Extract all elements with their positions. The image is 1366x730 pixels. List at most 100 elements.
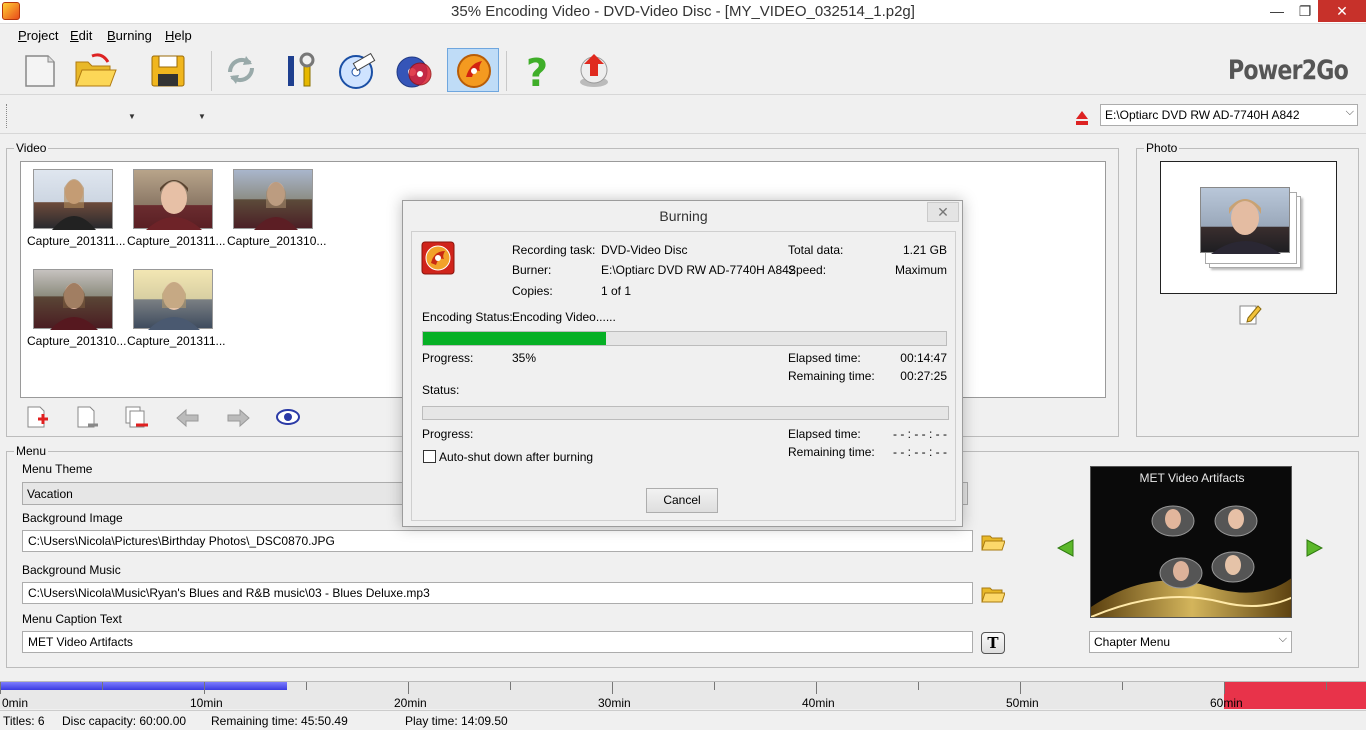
browse-image-button[interactable] <box>981 533 1006 551</box>
next-page-icon[interactable] <box>1305 539 1323 557</box>
new-document-icon <box>25 55 55 87</box>
timeline-tick <box>1020 682 1021 694</box>
timeline-label: 10min <box>190 696 223 710</box>
video-thumbnail[interactable] <box>33 269 113 330</box>
previous-page-icon[interactable] <box>1057 539 1075 557</box>
toolbar: ▼ ▼ ? <box>0 45 1366 121</box>
move-right-button[interactable] <box>224 405 252 431</box>
timeline-tick <box>918 682 919 690</box>
burn-elapsed-time-value: - - : - - : - - <box>893 427 947 441</box>
photo-preview[interactable] <box>1160 161 1337 294</box>
tools-button[interactable] <box>274 48 326 92</box>
toolbar-separator <box>506 51 507 91</box>
save-disk-icon <box>151 55 185 87</box>
disc-capacity: Disc capacity: 60:00.00 <box>62 714 187 728</box>
chapter-menu-select[interactable]: Chapter Menu ⌵ <box>1089 631 1292 653</box>
dialog-close-icon[interactable]: ✕ <box>927 202 959 222</box>
timeline-label: 50min <box>1006 696 1039 710</box>
chapter-menu-value: Chapter Menu <box>1094 635 1171 649</box>
video-thumbnail[interactable] <box>133 169 213 230</box>
encoding-progress-fill <box>423 332 607 345</box>
edit-photo-button[interactable] <box>1238 302 1262 326</box>
remove-video-button[interactable] <box>74 405 102 431</box>
total-data-label: Total data: <box>788 243 844 257</box>
burner-value: E:\Optiarc DVD RW AD-7740H A842 <box>601 263 796 277</box>
menu-theme-value: Vacation <box>27 487 73 501</box>
burn-button[interactable] <box>447 48 499 92</box>
menu-caption-label: Menu Caption Text <box>22 612 122 626</box>
remaining-time-label: Remaining time: <box>788 369 875 383</box>
menu-burning[interactable]: Burning <box>107 28 152 43</box>
dialog-title: Burning <box>659 208 708 224</box>
update-button[interactable] <box>570 48 622 92</box>
add-file-icon <box>27 406 48 428</box>
status-label: Status: <box>422 383 460 397</box>
video-thumbnail[interactable] <box>33 169 113 230</box>
background-music-field[interactable]: C:\Users\Nicola\Music\Ryan's Blues and R… <box>22 582 973 604</box>
minimize-icon[interactable]: — <box>1262 0 1292 22</box>
new-project-button[interactable] <box>14 48 66 92</box>
add-video-button[interactable] <box>24 405 52 431</box>
preview-video-button[interactable] <box>274 405 302 431</box>
timeline-label: 20min <box>394 696 427 710</box>
encoding-progress-bar <box>422 331 947 346</box>
move-left-button[interactable] <box>174 405 202 431</box>
menu-project[interactable]: Project <box>18 28 58 43</box>
help-button[interactable]: ? <box>512 48 564 95</box>
video-item-label: Capture_201311... <box>27 234 126 248</box>
save-project-button[interactable] <box>144 48 196 92</box>
close-icon[interactable]: ✕ <box>1318 0 1366 22</box>
disc-settings-icon <box>339 52 376 89</box>
text-format-button[interactable]: T <box>981 632 1005 654</box>
delete-video-button[interactable] <box>124 405 152 431</box>
window-title: 35% Encoding Video - DVD-Video Disc - [M… <box>451 3 915 20</box>
menu-theme-label: Menu Theme <box>22 462 93 476</box>
auto-shutdown-checkbox[interactable] <box>423 450 436 463</box>
progress-label: Progress: <box>422 351 474 365</box>
open-folder-icon <box>75 53 117 87</box>
eject-icon[interactable] <box>1075 110 1089 126</box>
encoding-status-value: Encoding Video...... <box>512 310 616 324</box>
eye-icon <box>276 409 300 425</box>
video-item-label: Capture_201310... <box>227 234 327 248</box>
video-thumbnail[interactable] <box>233 169 313 230</box>
burn-progress-label: Progress: <box>422 427 474 441</box>
edit-pencil-icon <box>1239 305 1262 325</box>
timeline-tick <box>0 682 1 694</box>
timeline-tick <box>306 682 307 690</box>
help-question-icon: ? <box>526 51 548 95</box>
burner-label: Burner: <box>512 263 552 277</box>
background-music-label: Background Music <box>22 563 121 577</box>
menu-caption-field[interactable]: MET Video Artifacts <box>22 631 973 653</box>
burning-dialog: Burning ✕ Recording task: DVD-Video Disc… <box>402 200 963 527</box>
timeline-tick <box>408 682 409 694</box>
open-project-button[interactable] <box>70 48 122 92</box>
menu-help[interactable]: Help <box>165 28 192 43</box>
menu-preview[interactable]: MET Video Artifacts <box>1090 466 1292 618</box>
browse-music-button[interactable] <box>981 585 1006 603</box>
timeline-tick <box>612 682 613 694</box>
background-image-field[interactable]: C:\Users\Nicola\Pictures\Birthday Photos… <box>22 530 973 552</box>
video-thumbnail[interactable] <box>133 269 213 330</box>
burn-settings-button[interactable] <box>332 48 384 92</box>
burn-disc-icon <box>421 241 455 275</box>
maximize-icon[interactable]: ❐ <box>1290 0 1320 22</box>
refresh-button[interactable] <box>216 48 268 92</box>
copies-label: Copies: <box>512 284 553 298</box>
timeline-label: 30min <box>598 696 631 710</box>
menu-edit[interactable]: Edit <box>70 28 92 43</box>
timeline-tick <box>1122 682 1123 690</box>
burn-progress-bar <box>422 406 949 420</box>
drive-select[interactable]: E:\Optiarc DVD RW AD-7740H A842 ⌵ <box>1100 104 1358 126</box>
timeline-tick <box>1224 682 1225 694</box>
recording-task-label: Recording task: <box>512 243 596 257</box>
arrow-left-icon <box>176 408 199 428</box>
title-bar: 35% Encoding Video - DVD-Video Disc - [M… <box>0 0 1366 24</box>
disc-utilities-button[interactable] <box>390 48 442 92</box>
delete-file-icon <box>125 406 148 428</box>
used-capacity-bar <box>0 682 288 690</box>
folder-icon <box>981 535 1006 551</box>
photo-thumbnail <box>1200 187 1290 254</box>
cancel-button[interactable]: Cancel <box>646 488 718 513</box>
timeline-tick <box>102 682 103 690</box>
